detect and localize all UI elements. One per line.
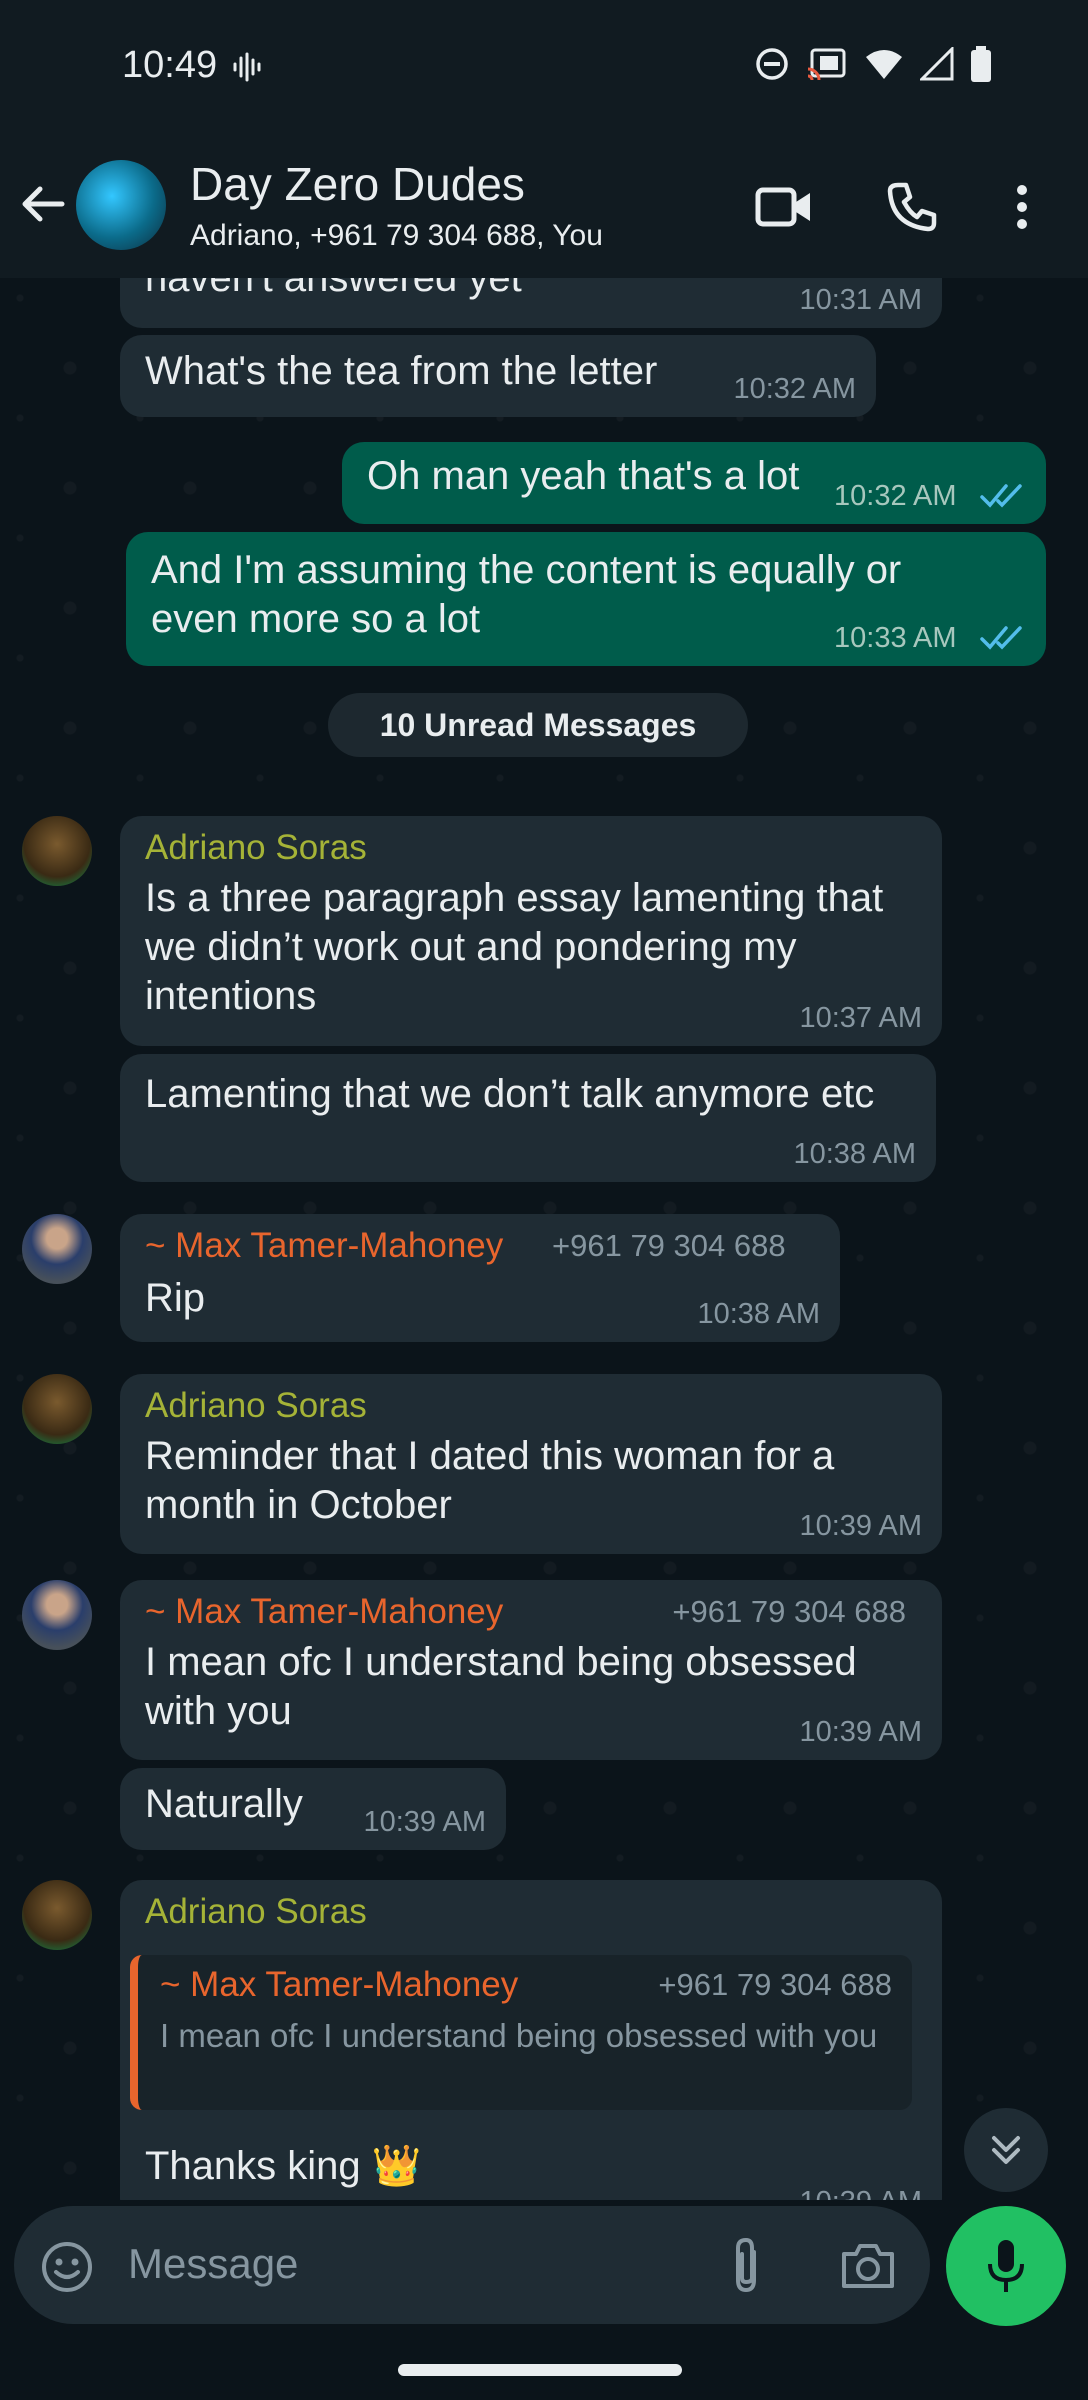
group-avatar[interactable] [76,160,166,250]
camera-icon[interactable] [840,2240,896,2290]
sender-name[interactable]: Adriano Soras [145,1892,367,1932]
message-bubble[interactable]: Adriano Soras Is a three paragraph essay… [120,816,942,1046]
status-icons [754,46,992,82]
voice-activity-icon [233,52,261,82]
quoted-message[interactable]: ~ Max Tamer-Mahoney +961 79 304 688 I me… [130,1955,912,2110]
message-text: Thanks king 👑 [145,2144,422,2188]
sender-name[interactable]: ~ Max Tamer-Mahoney [145,1592,503,1632]
message-time: 10:39 AM [799,1716,922,1748]
quoted-sender-name: ~ Max Tamer-Mahoney [160,1965,519,2004]
back-button[interactable] [18,179,68,234]
unread-messages-divider: 10 Unread Messages [328,693,748,757]
message-text: What's the tea from the letter [145,349,658,393]
sender-name[interactable]: Adriano Soras [145,828,367,868]
message-bubble[interactable]: ~ Max Tamer-Mahoney +961 79 304 688 I me… [120,1580,942,1760]
message-time: 10:37 AM [799,1002,922,1034]
message-text: Reminder that I dated this woman for a m… [145,1434,835,1527]
message-input[interactable]: Message [128,2240,298,2288]
message-composer: Message [14,2206,930,2324]
avatar[interactable] [22,1580,92,1650]
video-call-button[interactable] [752,175,816,239]
sender-name[interactable]: Adriano Soras [145,1386,367,1426]
quoted-sender-phone: +961 79 304 688 [658,1967,892,2002]
message-time: 10:32 AM [733,373,856,405]
microphone-icon [988,2240,1024,2292]
sender-phone: +961 79 304 688 [552,1228,786,1263]
do-not-disturb-icon [756,48,788,80]
message-bubble[interactable]: Lamenting that we don’t talk anymore etc… [120,1054,936,1182]
system-nav-bar [0,2334,1088,2400]
emoji-icon[interactable] [40,2240,94,2294]
message-text: Oh man yeah that's a lot [367,454,800,498]
message-time: 10:33 AM [834,622,957,654]
message-time: 10:38 AM [697,1298,820,1330]
avatar[interactable] [22,1880,92,1950]
read-receipt-icon [980,626,1022,650]
message-time: 10:39 AM [363,1806,486,1838]
message-time: 10:39 AM [799,1510,922,1542]
status-bar: 10:49 [0,0,1088,135]
voice-call-button[interactable] [880,175,944,239]
sender-name[interactable]: ~ Max Tamer-Mahoney [145,1226,503,1266]
message-text: Rip [145,1276,206,1320]
message-bubble[interactable]: haven't answered yet 10:31 AM [120,278,942,328]
sender-phone: +961 79 304 688 [672,1594,906,1629]
message-bubble-outgoing[interactable]: Oh man yeah that's a lot 10:32 AM [342,442,1046,524]
message-text: Is a three paragraph essay lamenting tha… [145,876,884,1018]
back-arrow-icon [22,186,65,222]
message-time: 10:32 AM [834,480,957,512]
message-bubble[interactable]: Adriano Soras Reminder that I dated this… [120,1374,942,1554]
voice-message-button[interactable] [946,2206,1066,2326]
message-bubble[interactable]: Naturally 10:39 AM [120,1768,506,1850]
group-members[interactable]: Adriano, +961 79 304 688, You [190,219,603,253]
read-receipt-icon [980,484,1022,508]
more-vertical-icon [1017,185,1027,229]
battery-icon [971,46,991,82]
avatar[interactable] [22,1214,92,1284]
message-bubble-outgoing[interactable]: And I'm assuming the content is equally … [126,532,1046,666]
group-title[interactable]: Day Zero Dudes [190,157,525,211]
chat-header: Day Zero Dudes Adriano, +961 79 304 688,… [0,135,1088,278]
message-text: haven't answered yet [145,278,522,300]
home-gesture-handle[interactable] [398,2364,682,2376]
message-bubble[interactable]: What's the tea from the letter 10:32 AM [120,335,876,417]
double-chevron-down-icon [992,2136,1020,2164]
message-time: 10:31 AM [799,284,922,316]
message-time: 10:39 AM [799,2186,922,2200]
message-bubble[interactable]: ~ Max Tamer-Mahoney +961 79 304 688 Rip … [120,1214,840,1342]
phone-icon [887,182,937,232]
avatar[interactable] [22,1374,92,1444]
cellular-signal-icon [920,47,954,81]
status-time: 10:49 [122,44,218,86]
message-text: Lamenting that we don’t talk anymore etc [145,1072,875,1116]
attach-icon[interactable] [726,2236,766,2296]
scroll-to-bottom-button[interactable] [964,2108,1048,2192]
quoted-text: I mean ofc I understand being obsessed w… [160,2017,878,2054]
video-camera-icon [755,187,810,227]
message-list[interactable]: haven't answered yet 10:31 AM What's the… [0,278,1088,2200]
more-options-button[interactable] [990,175,1054,239]
avatar[interactable] [22,816,92,886]
message-time: 10:38 AM [793,1138,916,1170]
message-text: Naturally [145,1782,303,1826]
wifi-icon [866,50,902,79]
cast-icon [807,48,846,81]
